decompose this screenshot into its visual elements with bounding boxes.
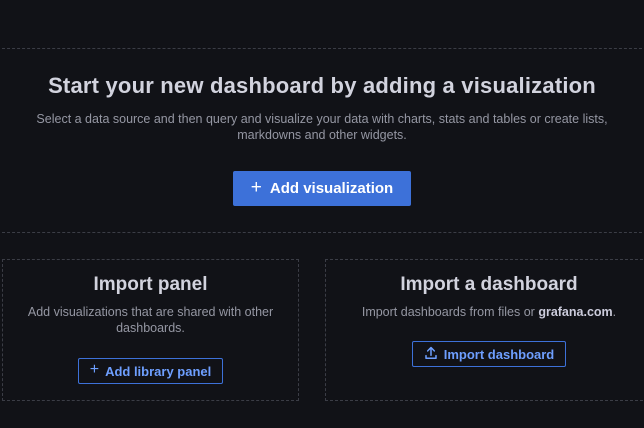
import-panel-title: Import panel bbox=[13, 274, 288, 295]
cta-description-line-1: Select a data source and then query and … bbox=[0, 111, 644, 127]
add-library-panel-button[interactable]: + Add library panel bbox=[78, 358, 224, 384]
import-dashboard-title: Import a dashboard bbox=[336, 274, 642, 295]
plus-icon: + bbox=[251, 177, 262, 199]
import-dashboard-description-prefix: Import dashboards from files or bbox=[362, 305, 538, 319]
import-panel-description-line-2: dashboards. bbox=[21, 320, 280, 336]
import-dashboard-button-label: Import dashboard bbox=[444, 347, 555, 362]
import-dashboard-description-suffix: . bbox=[613, 305, 616, 319]
grafana-com-text: grafana.com bbox=[538, 305, 612, 319]
add-visualization-panel: Start your new dashboard by adding a vis… bbox=[0, 48, 644, 233]
add-library-panel-button-label: Add library panel bbox=[105, 364, 211, 379]
add-visualization-button-label: Add visualization bbox=[270, 180, 393, 197]
upload-icon bbox=[424, 346, 438, 363]
page-title: Start your new dashboard by adding a vis… bbox=[5, 71, 639, 100]
import-panel-card: Import panel Add visualizations that are… bbox=[2, 259, 299, 401]
import-panel-description-line-1: Add visualizations that are shared with … bbox=[21, 304, 280, 320]
import-dashboard-button[interactable]: Import dashboard bbox=[412, 341, 567, 367]
cta-description-line-2: markdowns and other widgets. bbox=[0, 127, 644, 143]
add-visualization-button[interactable]: + Add visualization bbox=[233, 171, 411, 206]
import-panel-description: Add visualizations that are shared with … bbox=[3, 304, 298, 336]
import-dashboard-description: Import dashboards from files or grafana.… bbox=[326, 304, 644, 320]
plus-icon: + bbox=[90, 361, 99, 379]
import-dashboard-card: Import a dashboard Import dashboards fro… bbox=[325, 259, 644, 401]
cta-description: Select a data source and then query and … bbox=[0, 111, 644, 143]
